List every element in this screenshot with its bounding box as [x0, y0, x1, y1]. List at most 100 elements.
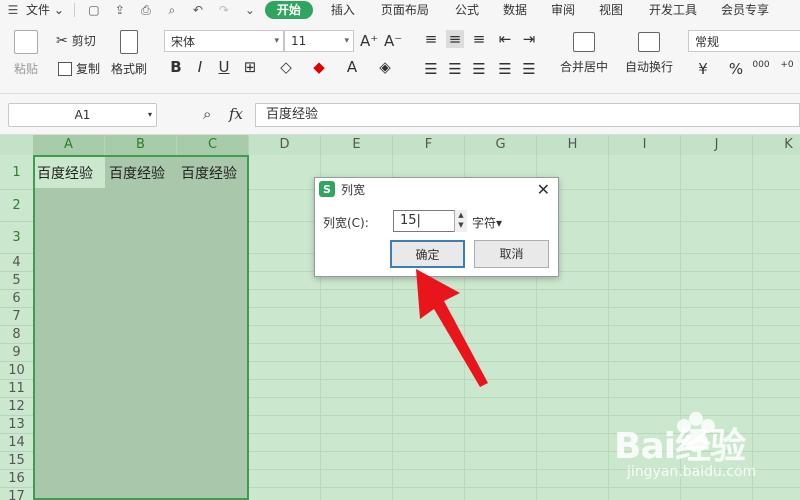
underline-icon[interactable]: U — [215, 58, 233, 76]
indent-increase-icon[interactable]: ⇥ — [520, 30, 538, 48]
fx-icon[interactable]: fx — [229, 105, 243, 123]
row-header-13[interactable]: 13 — [0, 416, 33, 434]
decimal-icon[interactable]: +0 — [778, 60, 796, 70]
formula-input[interactable]: 百度经验 — [255, 103, 800, 127]
merge-center-label: 合并居中 — [559, 60, 608, 74]
row-header-5[interactable]: 5 — [0, 272, 33, 290]
column-header-i[interactable]: I — [609, 135, 681, 155]
watermark-brand: Bai经验 — [614, 426, 746, 467]
wps-logo-icon: S — [319, 181, 335, 197]
currency-icon[interactable]: ¥ — [694, 60, 712, 78]
hamburger-menu-icon[interactable]: ☰ — [4, 2, 22, 18]
stepper-up-icon[interactable]: ▲ — [455, 210, 467, 220]
distribute-icon[interactable]: ☰ — [520, 60, 538, 78]
paste-button[interactable]: 粘贴 — [8, 30, 44, 77]
file-menu[interactable]: 文件 ⌄ — [26, 0, 68, 20]
row-header-3[interactable]: 3 — [0, 222, 33, 254]
cell-c1[interactable]: 百度经验 — [181, 163, 237, 183]
align-middle-icon[interactable]: ≡ — [446, 30, 464, 48]
row-header-11[interactable]: 11 — [0, 380, 33, 398]
zoom-icon[interactable]: ⌕ — [203, 105, 211, 123]
tab-data[interactable]: 数据 — [493, 0, 537, 20]
column-header-c[interactable]: C — [177, 135, 249, 155]
tab-insert[interactable]: 插入 — [321, 0, 365, 20]
row-header-17[interactable]: 17 — [0, 488, 33, 500]
align-bottom-icon[interactable]: ≡ — [470, 30, 488, 48]
column-header-k[interactable]: K — [753, 135, 800, 155]
row-header-1[interactable]: 1 — [0, 155, 33, 190]
customize-quick-access-icon[interactable]: ⌄ — [241, 2, 259, 18]
cell-a1[interactable]: 百度经验 — [37, 163, 93, 183]
tab-review[interactable]: 审阅 — [541, 0, 585, 20]
tab-member[interactable]: 会员专享 — [711, 0, 779, 20]
merge-center-button[interactable]: 合并居中 — [552, 32, 616, 75]
row-header-10[interactable]: 10 — [0, 362, 33, 380]
cut-button[interactable]: ✂ 剪切 — [56, 32, 96, 49]
text-color-icon[interactable]: A — [343, 58, 361, 76]
column-header-f[interactable]: F — [393, 135, 465, 155]
selected-range-a-c[interactable] — [33, 155, 249, 500]
row-header-2[interactable]: 2 — [0, 190, 33, 222]
justify-icon[interactable]: ☰ — [496, 60, 514, 78]
undo-icon[interactable]: ↶ — [189, 2, 207, 18]
print-preview-icon[interactable]: ⌕ — [163, 2, 181, 18]
row-header-12[interactable]: 12 — [0, 398, 33, 416]
column-header-j[interactable]: J — [681, 135, 753, 155]
decrease-font-icon[interactable]: A⁻ — [384, 32, 402, 50]
name-box[interactable]: A1 ▾ — [8, 103, 157, 127]
border-icon[interactable]: ⊞ — [241, 58, 259, 76]
paste-icon — [14, 30, 38, 54]
indent-decrease-icon[interactable]: ⇤ — [496, 30, 514, 48]
percent-icon[interactable]: % — [727, 60, 745, 78]
tab-developer[interactable]: 开发工具 — [639, 0, 707, 20]
font-color-icon[interactable]: ◆ — [310, 58, 328, 76]
fill-color-icon[interactable]: ◇ — [277, 58, 295, 76]
tab-view[interactable]: 视图 — [589, 0, 633, 20]
save-icon[interactable]: ▢ — [85, 2, 103, 18]
row-header-15[interactable]: 15 — [0, 452, 33, 470]
row-header-16[interactable]: 16 — [0, 470, 33, 488]
dialog-title-bar: S 列宽 ✕ — [315, 178, 558, 200]
row-header-9[interactable]: 9 — [0, 344, 33, 362]
align-left-icon[interactable]: ☰ — [422, 60, 440, 78]
tab-home[interactable]: 开始 — [264, 1, 313, 19]
column-header-g[interactable]: G — [465, 135, 537, 155]
tab-page-layout[interactable]: 页面布局 — [371, 0, 439, 20]
column-headers: ABCDEFGHIJK — [0, 135, 800, 155]
wrap-text-button[interactable]: 自动换行 — [622, 32, 676, 75]
stepper-down-icon[interactable]: ▼ — [455, 220, 467, 230]
number-format-select[interactable]: 常规 — [688, 30, 800, 52]
align-top-icon[interactable]: ≡ — [422, 30, 440, 48]
row-header-14[interactable]: 14 — [0, 434, 33, 452]
row-header-8[interactable]: 8 — [0, 326, 33, 344]
italic-icon[interactable]: I — [191, 58, 209, 76]
cancel-button[interactable]: 取消 — [474, 240, 549, 268]
thousands-icon[interactable]: 000 — [752, 60, 770, 70]
tab-formulas[interactable]: 公式 — [445, 0, 489, 20]
print-icon[interactable]: ⎙ — [137, 2, 155, 18]
export-icon[interactable]: ⇪ — [111, 2, 129, 18]
format-painter-button[interactable]: 格式刷 — [108, 30, 150, 77]
close-icon[interactable]: ✕ — [537, 180, 550, 199]
column-header-d[interactable]: D — [249, 135, 321, 155]
row-header-7[interactable]: 7 — [0, 308, 33, 326]
unit-select[interactable]: 字符▾ — [472, 214, 502, 231]
redo-icon[interactable]: ↷ — [215, 2, 233, 18]
column-header-e[interactable]: E — [321, 135, 393, 155]
row-header-6[interactable]: 6 — [0, 290, 33, 308]
clear-icon[interactable]: ◈ — [376, 58, 394, 76]
align-right-icon[interactable]: ☰ — [470, 60, 488, 78]
font-size-select[interactable]: 11 ▾ — [284, 30, 354, 52]
column-header-a[interactable]: A — [33, 135, 105, 155]
width-stepper[interactable]: ▲ ▼ — [454, 210, 467, 232]
cell-b1[interactable]: 百度经验 — [109, 163, 165, 183]
column-header-h[interactable]: H — [537, 135, 609, 155]
copy-button[interactable]: 复制 — [58, 60, 100, 77]
row-header-4[interactable]: 4 — [0, 254, 33, 272]
column-header-b[interactable]: B — [105, 135, 177, 155]
align-center-icon[interactable]: ☰ — [446, 60, 464, 78]
bold-icon[interactable]: B — [167, 58, 185, 76]
font-name-select[interactable]: 宋体 ▾ — [164, 30, 284, 52]
increase-font-icon[interactable]: A⁺ — [360, 32, 378, 50]
ok-button[interactable]: 确定 — [390, 240, 465, 268]
